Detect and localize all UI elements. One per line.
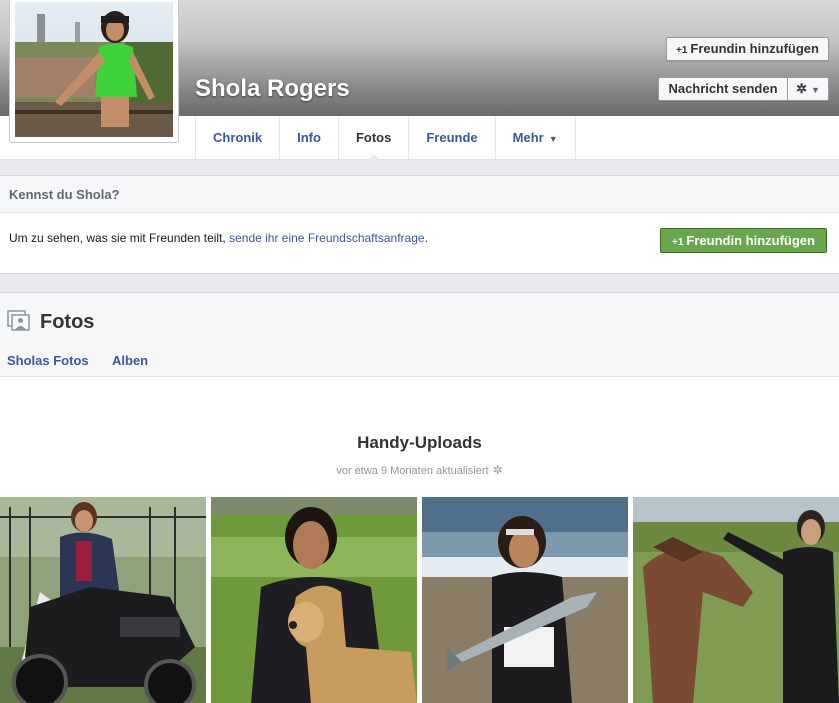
- add-friend-green-button[interactable]: +1 Freundin hinzufügen: [660, 228, 827, 253]
- separator-band: [0, 160, 839, 175]
- photo-thumbnail[interactable]: [422, 497, 628, 703]
- fish-photo-image: [422, 497, 628, 703]
- add-friend-label: Freundin hinzufügen: [690, 41, 819, 56]
- friend-request-text-after: .: [424, 231, 428, 245]
- horse-photo-image: [633, 497, 839, 703]
- friend-request-text-before: Um zu sehen, was sie mit Freunden teilt,: [9, 231, 230, 245]
- album-title[interactable]: Handy-Uploads: [0, 433, 839, 453]
- tab-fotos[interactable]: Fotos: [339, 116, 410, 161]
- settings-dropdown-button[interactable]: ✲ ▼: [787, 77, 829, 101]
- tab-freunde[interactable]: Freunde: [409, 116, 496, 160]
- album-subtitle: vor etwa 9 Monaten aktualisiert ✲: [0, 463, 839, 477]
- tab-mehr-label: Mehr: [512, 130, 544, 145]
- photos-header: Fotos Sholas Fotos Alben: [0, 293, 839, 377]
- photos-title: Fotos: [40, 311, 95, 333]
- photo-thumbnail[interactable]: [633, 497, 839, 703]
- add-friend-green-label: Freundin hinzufügen: [686, 233, 815, 248]
- tab-info[interactable]: Info: [280, 116, 339, 160]
- photos-section: Fotos Sholas Fotos Alben Handy-Uploads v…: [0, 292, 839, 703]
- send-message-button[interactable]: Nachricht senden: [658, 77, 788, 101]
- caret-down-icon: ▼: [810, 85, 820, 95]
- profile-photo-image: [15, 2, 173, 137]
- gear-icon[interactable]: ✲: [493, 463, 503, 477]
- friend-request-box: Kennst du Shola? Um zu sehen, was sie mi…: [0, 175, 839, 274]
- profile-picture[interactable]: [9, 0, 179, 143]
- plus-one-icon: +1: [676, 45, 688, 56]
- gear-icon: ✲: [796, 81, 807, 96]
- photo-grid: [0, 497, 839, 703]
- sholas-photos-link[interactable]: Sholas Fotos: [7, 353, 89, 368]
- friend-request-text: Um zu sehen, was sie mit Freunden teilt,…: [9, 231, 428, 245]
- albums-link[interactable]: Alben: [112, 353, 148, 368]
- motorcycle-photo-image: [0, 497, 206, 703]
- photo-thumbnail[interactable]: [0, 497, 206, 703]
- send-friend-request-link[interactable]: sende ihr eine Freundschaftsanfrage: [229, 231, 424, 245]
- dog-photo-image: [211, 497, 417, 703]
- tab-chronik[interactable]: Chronik: [196, 116, 281, 160]
- plus-one-icon: +1: [672, 237, 684, 248]
- tabs: Chronik Info Fotos Freunde Mehr ▼: [195, 116, 576, 161]
- add-friend-button[interactable]: +1 Freundin hinzufügen: [666, 37, 829, 61]
- album-updated-text: vor etwa 9 Monaten aktualisiert: [336, 465, 489, 477]
- photos-icon: [7, 310, 30, 331]
- photo-thumbnail[interactable]: [211, 497, 417, 703]
- friend-request-title: Kennst du Shola?: [0, 176, 839, 213]
- separator-band: [0, 274, 839, 292]
- profile-name: Shola Rogers: [195, 75, 350, 102]
- tab-mehr[interactable]: Mehr ▼: [496, 116, 576, 160]
- caret-down-icon: ▼: [548, 134, 558, 144]
